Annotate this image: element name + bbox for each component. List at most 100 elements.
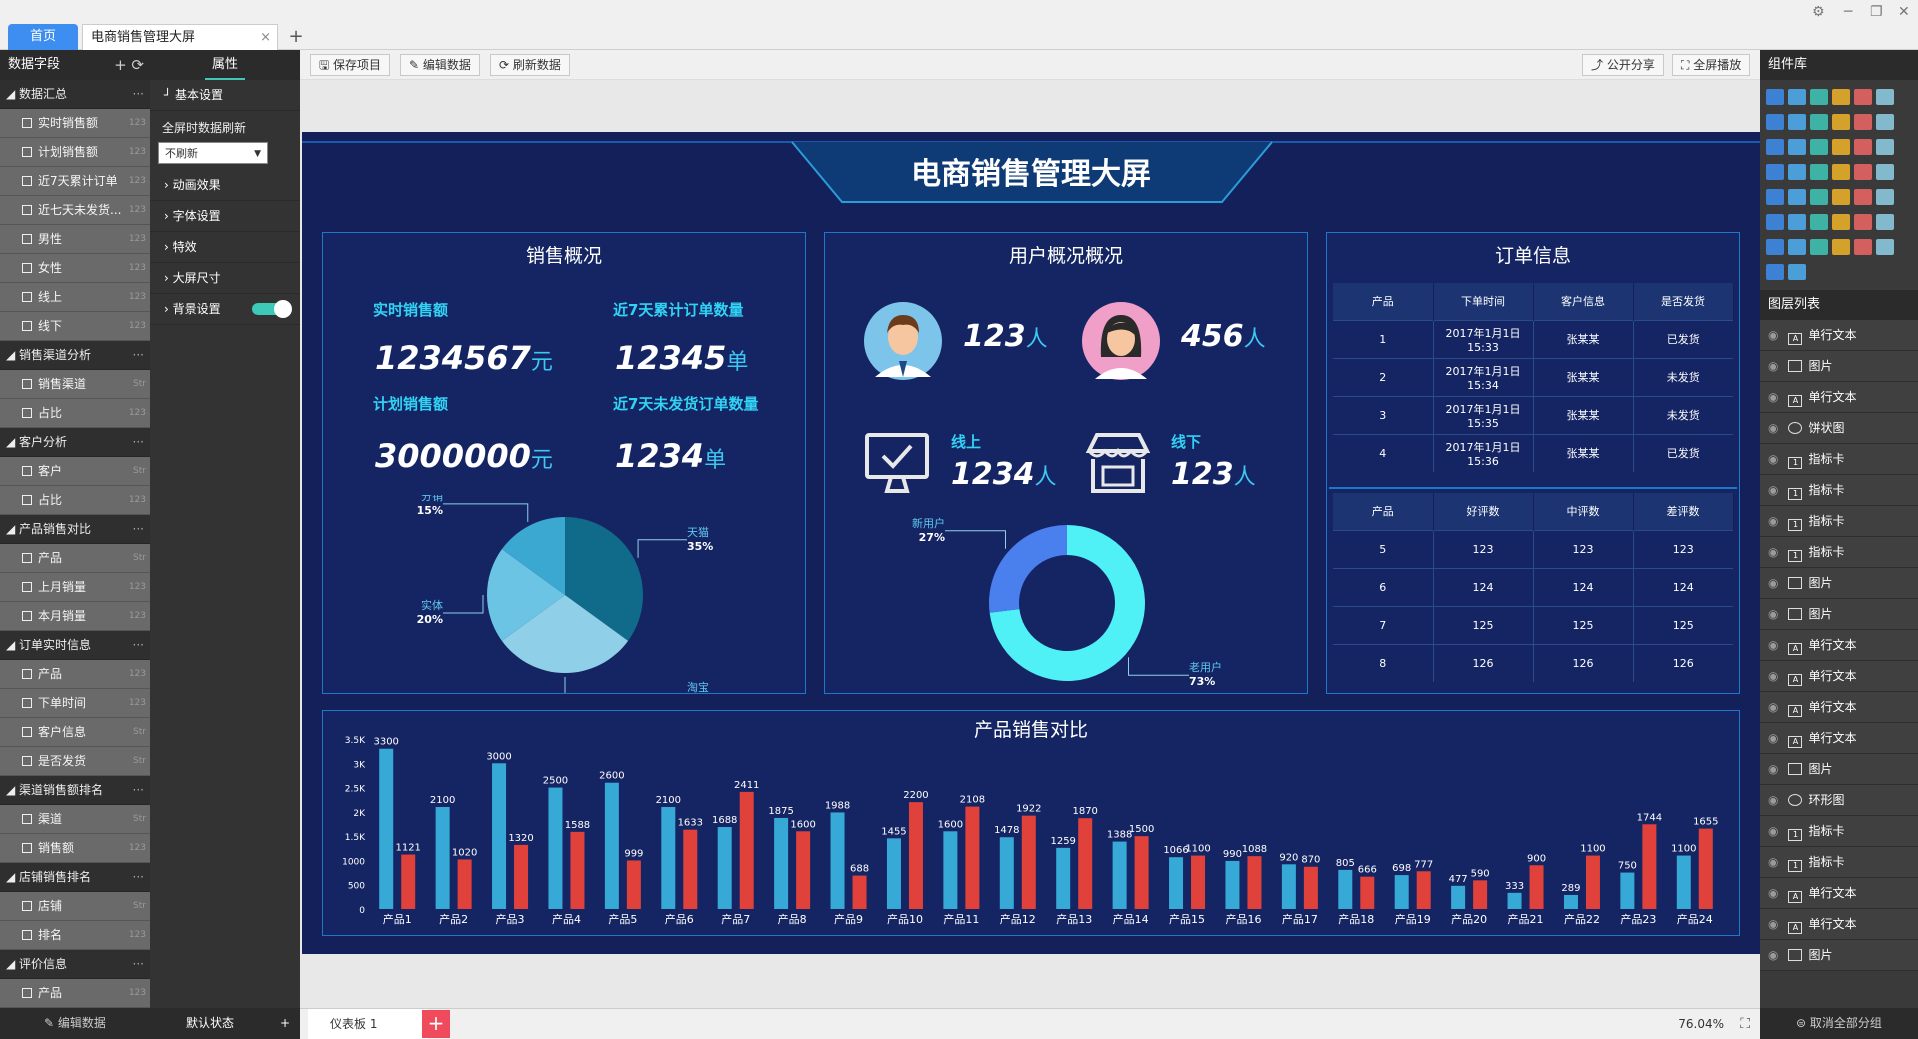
tree-field[interactable]: 男性 123 xyxy=(0,225,150,254)
component-icon[interactable] xyxy=(1766,264,1784,280)
layer-item[interactable]: ◉ 1 指标卡 xyxy=(1760,847,1918,878)
component-icon[interactable] xyxy=(1766,239,1784,255)
checkbox-icon[interactable] xyxy=(22,205,32,215)
eye-icon[interactable]: ◉ xyxy=(1768,576,1778,590)
component-icon[interactable] xyxy=(1810,139,1828,155)
tree-group[interactable]: ◢ 产品销售对比 ··· xyxy=(0,515,150,544)
gear-icon[interactable]: ⚙ xyxy=(1812,4,1825,20)
group-menu-icon[interactable]: ··· xyxy=(133,776,144,805)
add-refresh-icons[interactable]: + ⟳ xyxy=(114,50,144,80)
tree-field[interactable]: 渠道 Str xyxy=(0,805,150,834)
group-menu-icon[interactable]: ··· xyxy=(133,863,144,892)
eye-icon[interactable]: ◉ xyxy=(1768,483,1778,497)
layer-item[interactable]: ◉ 1 指标卡 xyxy=(1760,444,1918,475)
checkbox-icon[interactable] xyxy=(22,843,32,853)
eye-icon[interactable]: ◉ xyxy=(1768,390,1778,404)
checkbox-icon[interactable] xyxy=(22,292,32,302)
component-icon[interactable] xyxy=(1854,239,1872,255)
sheet-tab[interactable]: 仪表板 1 xyxy=(308,1009,428,1039)
tree-field[interactable]: 销售额 123 xyxy=(0,834,150,863)
component-icon[interactable] xyxy=(1766,114,1784,130)
checkbox-icon[interactable] xyxy=(22,756,32,766)
tree-field[interactable]: 上月销量 123 xyxy=(0,573,150,602)
checkbox-icon[interactable] xyxy=(22,727,32,737)
tree-group[interactable]: ◢ 订单实时信息 ··· xyxy=(0,631,150,660)
tree-group[interactable]: ◢ 渠道销售额排名 ··· xyxy=(0,776,150,805)
section-background[interactable]: › 背景设置 xyxy=(150,294,300,325)
component-icon[interactable] xyxy=(1788,189,1806,205)
eye-icon[interactable]: ◉ xyxy=(1768,328,1778,342)
checkbox-icon[interactable] xyxy=(22,814,32,824)
refresh-select[interactable]: 不刷新 ▼ xyxy=(158,142,268,164)
component-icon[interactable] xyxy=(1788,214,1806,230)
component-icon[interactable] xyxy=(1810,89,1828,105)
component-icon[interactable] xyxy=(1810,239,1828,255)
group-menu-icon[interactable]: ··· xyxy=(133,631,144,660)
group-menu-icon[interactable]: ··· xyxy=(133,80,144,109)
tree-field[interactable]: 线下 123 xyxy=(0,312,150,341)
tree-field[interactable]: 客户 Str xyxy=(0,457,150,486)
group-menu-icon[interactable]: ··· xyxy=(133,341,144,370)
layer-item[interactable]: ◉ 1 指标卡 xyxy=(1760,475,1918,506)
tree-field[interactable]: 占比 123 xyxy=(0,399,150,428)
tree-group[interactable]: ◢ 数据汇总 ··· xyxy=(0,80,150,109)
layer-item[interactable]: ◉ A 单行文本 xyxy=(1760,909,1918,940)
edit-data-toolbar-button[interactable]: ✎ 编辑数据 xyxy=(400,54,480,76)
tab-dashboard[interactable]: 电商销售管理大屏 × xyxy=(82,24,278,50)
add-sheet-button[interactable]: + xyxy=(422,1010,450,1038)
refresh-data-button[interactable]: ⟳ 刷新数据 xyxy=(490,54,570,76)
component-icon[interactable] xyxy=(1876,139,1894,155)
share-button[interactable]: ⤴ 公开分享 xyxy=(1582,54,1664,76)
maximize-icon[interactable]: ❐ xyxy=(1870,4,1883,20)
component-icon[interactable] xyxy=(1766,139,1784,155)
component-icon[interactable] xyxy=(1876,239,1894,255)
checkbox-icon[interactable] xyxy=(22,611,32,621)
layer-item[interactable]: ◉ 1 指标卡 xyxy=(1760,537,1918,568)
component-icon[interactable] xyxy=(1832,214,1850,230)
tree-field[interactable]: 下单时间 123 xyxy=(0,689,150,718)
close-tab-icon[interactable]: × xyxy=(260,25,271,51)
eye-icon[interactable]: ◉ xyxy=(1768,731,1778,745)
component-icon[interactable] xyxy=(1810,189,1828,205)
tree-field[interactable]: 实时销售额 123 xyxy=(0,109,150,138)
eye-icon[interactable]: ◉ xyxy=(1768,855,1778,869)
layer-item[interactable]: ◉ A 单行文本 xyxy=(1760,630,1918,661)
tree-field[interactable]: 是否发货 Str xyxy=(0,747,150,776)
section-font[interactable]: › 字体设置 xyxy=(150,201,300,232)
eye-icon[interactable]: ◉ xyxy=(1768,917,1778,931)
component-icon[interactable] xyxy=(1832,164,1850,180)
component-icon[interactable] xyxy=(1876,164,1894,180)
layer-item[interactable]: ◉ 图片 xyxy=(1760,351,1918,382)
component-icon[interactable] xyxy=(1854,89,1872,105)
component-icon[interactable] xyxy=(1854,189,1872,205)
component-icon[interactable] xyxy=(1854,114,1872,130)
tree-group[interactable]: ◢ 店铺销售排名 ··· xyxy=(0,863,150,892)
background-toggle[interactable] xyxy=(252,300,292,318)
component-icon[interactable] xyxy=(1788,89,1806,105)
checkbox-icon[interactable] xyxy=(22,930,32,940)
component-icon[interactable] xyxy=(1832,139,1850,155)
eye-icon[interactable]: ◉ xyxy=(1768,700,1778,714)
checkbox-icon[interactable] xyxy=(22,901,32,911)
component-icon[interactable] xyxy=(1766,89,1784,105)
tree-field[interactable]: 产品 123 xyxy=(0,979,150,1008)
add-state-button[interactable]: + xyxy=(280,1008,290,1039)
eye-icon[interactable]: ◉ xyxy=(1768,824,1778,838)
tree-field[interactable]: 计划销售额 123 xyxy=(0,138,150,167)
layer-item[interactable]: ◉ 图片 xyxy=(1760,754,1918,785)
eye-icon[interactable]: ◉ xyxy=(1768,607,1778,621)
component-icon[interactable] xyxy=(1832,189,1850,205)
checkbox-icon[interactable] xyxy=(22,988,32,998)
fullscreen-button[interactable]: ⛶ 全屏播放 xyxy=(1672,54,1751,76)
tree-field[interactable]: 女性 123 xyxy=(0,254,150,283)
section-screen-size[interactable]: › 大屏尺寸 xyxy=(150,263,300,294)
eye-icon[interactable]: ◉ xyxy=(1768,638,1778,652)
component-icon[interactable] xyxy=(1876,114,1894,130)
component-icon[interactable] xyxy=(1854,139,1872,155)
tree-field[interactable]: 客户信息 Str xyxy=(0,718,150,747)
component-icon[interactable] xyxy=(1876,89,1894,105)
tree-field[interactable]: 线上 123 xyxy=(0,283,150,312)
tab-properties[interactable]: 属性 xyxy=(150,50,300,80)
component-icon[interactable] xyxy=(1788,239,1806,255)
section-basic-settings[interactable]: ┘ 基本设置 xyxy=(150,80,300,111)
